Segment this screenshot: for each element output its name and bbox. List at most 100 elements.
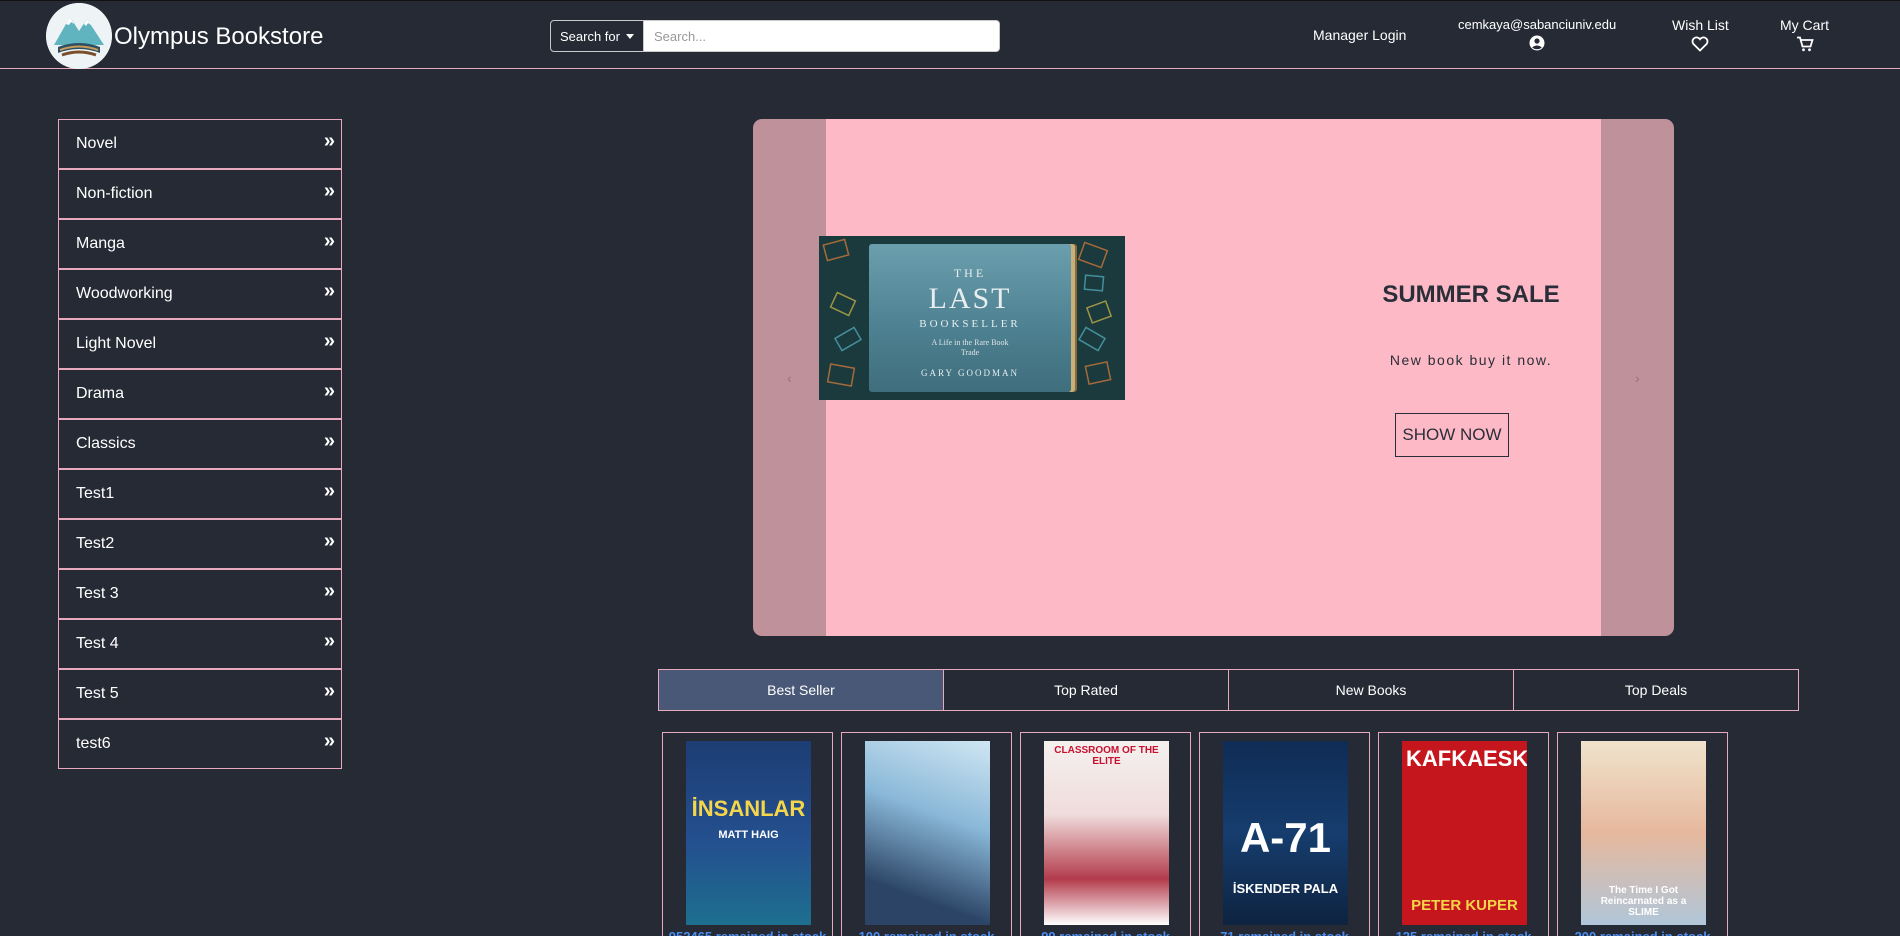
cover-title2-text: BOOKSELLER	[919, 318, 1021, 330]
cover-title: KAFKAESK	[1406, 746, 1527, 771]
stock-count[interactable]: 71 remained in stock	[1200, 929, 1369, 936]
product-cover-image[interactable]: KAFKAESK PETER KUPER	[1402, 741, 1527, 925]
cart-icon	[1796, 36, 1814, 52]
sidebar-category-item[interactable]: Light Novel »	[58, 319, 342, 369]
cover-title: İNSANLAR	[691, 796, 806, 821]
sidebar-category-item[interactable]: Classics »	[58, 419, 342, 469]
sidebar-category-item[interactable]: Woodworking »	[58, 269, 342, 319]
cover-title: The Time I Got Reincarnated as a SLIME	[1600, 885, 1687, 918]
cover-author: MATT HAIG	[718, 829, 779, 841]
carousel-next-button[interactable]: ›	[1601, 119, 1674, 636]
product-card[interactable]: The Time I Got Reincarnated as a SLIME 20…	[1557, 732, 1728, 936]
double-chevron-right-icon: »	[323, 729, 335, 752]
product-cover-image[interactable]: The Time I Got Reincarnated as a SLIME	[1581, 741, 1706, 925]
double-chevron-right-icon: »	[323, 579, 335, 602]
category-label: Test 3	[76, 585, 119, 602]
sale-subtitle: New book buy it now.	[1389, 352, 1553, 368]
chevron-right-icon: ›	[1635, 369, 1640, 386]
brand-name[interactable]: Olympus Bookstore	[114, 23, 323, 51]
category-label: Drama	[76, 385, 125, 402]
product-card[interactable]: İNSANLAR MATT HAIG 952465 remained in stoc…	[662, 732, 833, 936]
sidebar-category-item[interactable]: Test 3 »	[58, 569, 342, 619]
stock-count[interactable]: 100 remained in stock	[842, 929, 1011, 936]
user-account-link[interactable]: cemkaya@sabanciuniv.edu	[1458, 17, 1616, 51]
double-chevron-right-icon: »	[323, 529, 335, 552]
manager-login-label: Manager Login	[1313, 27, 1407, 43]
search-dropdown-label: Search for	[560, 28, 620, 44]
sidebar-category-item[interactable]: Novel »	[58, 119, 342, 169]
double-chevron-right-icon: »	[323, 429, 335, 452]
manager-login-link[interactable]: Manager Login	[1313, 27, 1406, 43]
sidebar-category-item[interactable]: Drama »	[58, 369, 342, 419]
category-label: test6	[76, 735, 111, 752]
sidebar-category-item[interactable]: Test 5 »	[58, 669, 342, 719]
cover-author: İSKENDER PALA	[1232, 881, 1339, 896]
sidebar-category-item[interactable]: Test 4 »	[58, 619, 342, 669]
wishlist-label: Wish List	[1672, 17, 1729, 33]
tab-top-deals[interactable]: Top Deals	[1513, 669, 1799, 711]
sale-title: SUMMER SALE	[1382, 281, 1560, 308]
sidebar-category-item[interactable]: Test2 »	[58, 519, 342, 569]
show-now-button[interactable]: SHOW NOW	[1395, 413, 1509, 457]
tab-best-seller[interactable]: Best Seller	[658, 669, 944, 711]
double-chevron-right-icon: »	[323, 129, 335, 152]
double-chevron-right-icon: »	[323, 629, 335, 652]
book-illustration: THE LAST BOOKSELLER A Life in the Rare B…	[869, 244, 1071, 392]
sidebar-category-item[interactable]: test6 »	[58, 719, 342, 769]
wishlist-link[interactable]: Wish List	[1672, 17, 1729, 52]
user-email: cemkaya@sabanciuniv.edu	[1458, 17, 1617, 32]
cart-label: My Cart	[1780, 17, 1829, 33]
product-cover-image[interactable]	[865, 741, 990, 925]
cover-tagline-text: A Life in the Rare Book Trade	[931, 338, 1009, 357]
cover-title: A-71	[1239, 814, 1332, 861]
double-chevron-right-icon: »	[323, 379, 335, 402]
stock-count[interactable]: 125 remained in stock	[1379, 929, 1548, 936]
product-card[interactable]: KAFKAESK PETER KUPER 125 remained in stock	[1378, 732, 1549, 936]
search-bar: Search for	[550, 20, 1000, 52]
product-cover-image[interactable]: CLASSROOM OF THE ELITE	[1044, 741, 1169, 925]
tab-new-books[interactable]: New Books	[1228, 669, 1514, 711]
carousel-slide: THE LAST BOOKSELLER A Life in the Rare B…	[819, 119, 1601, 636]
cover-top-text: THE	[953, 266, 987, 280]
user-circle-icon	[1529, 35, 1545, 51]
sidebar-category-item[interactable]: Non-fiction »	[58, 169, 342, 219]
stock-count[interactable]: 99 remained in stock	[1021, 929, 1190, 936]
product-tabs: Best Seller Top Rated New Books Top Deals	[658, 669, 1799, 711]
double-chevron-right-icon: »	[323, 479, 335, 502]
category-label: Classics	[76, 435, 136, 452]
category-label: Test 4	[76, 635, 119, 652]
search-category-dropdown[interactable]: Search for	[550, 20, 644, 52]
search-input[interactable]	[644, 20, 1000, 52]
cover-author-text: GARY GOODMAN	[921, 368, 1019, 378]
double-chevron-right-icon: »	[323, 679, 335, 702]
stock-count[interactable]: 200 remained in stock	[1558, 929, 1727, 936]
category-label: Light Novel	[76, 335, 157, 352]
cover-author: PETER KUPER	[1411, 897, 1518, 914]
category-label: Woodworking	[76, 285, 173, 302]
product-list: İNSANLAR MATT HAIG 952465 remained in stoc…	[662, 732, 1728, 936]
cart-link[interactable]: My Cart	[1780, 17, 1829, 52]
double-chevron-right-icon: »	[323, 229, 335, 252]
product-cover-image[interactable]: İNSANLAR MATT HAIG	[686, 741, 811, 925]
heart-icon	[1692, 36, 1709, 52]
book-cover-image: THE LAST BOOKSELLER A Life in the Rare B…	[819, 236, 1125, 400]
category-label: Non-fiction	[76, 185, 153, 202]
product-card[interactable]: A-71 İSKENDER PALA 71 remained in stock	[1199, 732, 1370, 936]
product-cover-image[interactable]: A-71 İSKENDER PALA	[1223, 741, 1348, 925]
carousel-prev-button[interactable]: ‹	[753, 119, 826, 636]
cover-title-text: LAST	[928, 282, 1012, 315]
category-label: Manga	[76, 235, 125, 252]
category-label: Test 5	[76, 685, 119, 702]
promo-carousel: ‹ THE LAST BOOKSELLER A Life in the Rare…	[753, 119, 1674, 636]
stock-count[interactable]: 952465 remained in stock	[663, 929, 832, 936]
product-card[interactable]: 100 remained in stock	[841, 732, 1012, 936]
product-card[interactable]: CLASSROOM OF THE ELITE 99 remained in sto…	[1020, 732, 1191, 936]
chevron-left-icon: ‹	[787, 369, 792, 386]
top-navbar: Olympus Bookstore Search for Manager Log…	[0, 0, 1900, 69]
double-chevron-right-icon: »	[323, 179, 335, 202]
sidebar-category-item[interactable]: Test1 »	[58, 469, 342, 519]
tab-top-rated[interactable]: Top Rated	[943, 669, 1229, 711]
sidebar-category-item[interactable]: Manga »	[58, 219, 342, 269]
bookstore-logo[interactable]	[46, 3, 112, 69]
category-sidebar: Novel» Non-fiction» Manga» Woodworking» Ligh…	[58, 119, 342, 769]
